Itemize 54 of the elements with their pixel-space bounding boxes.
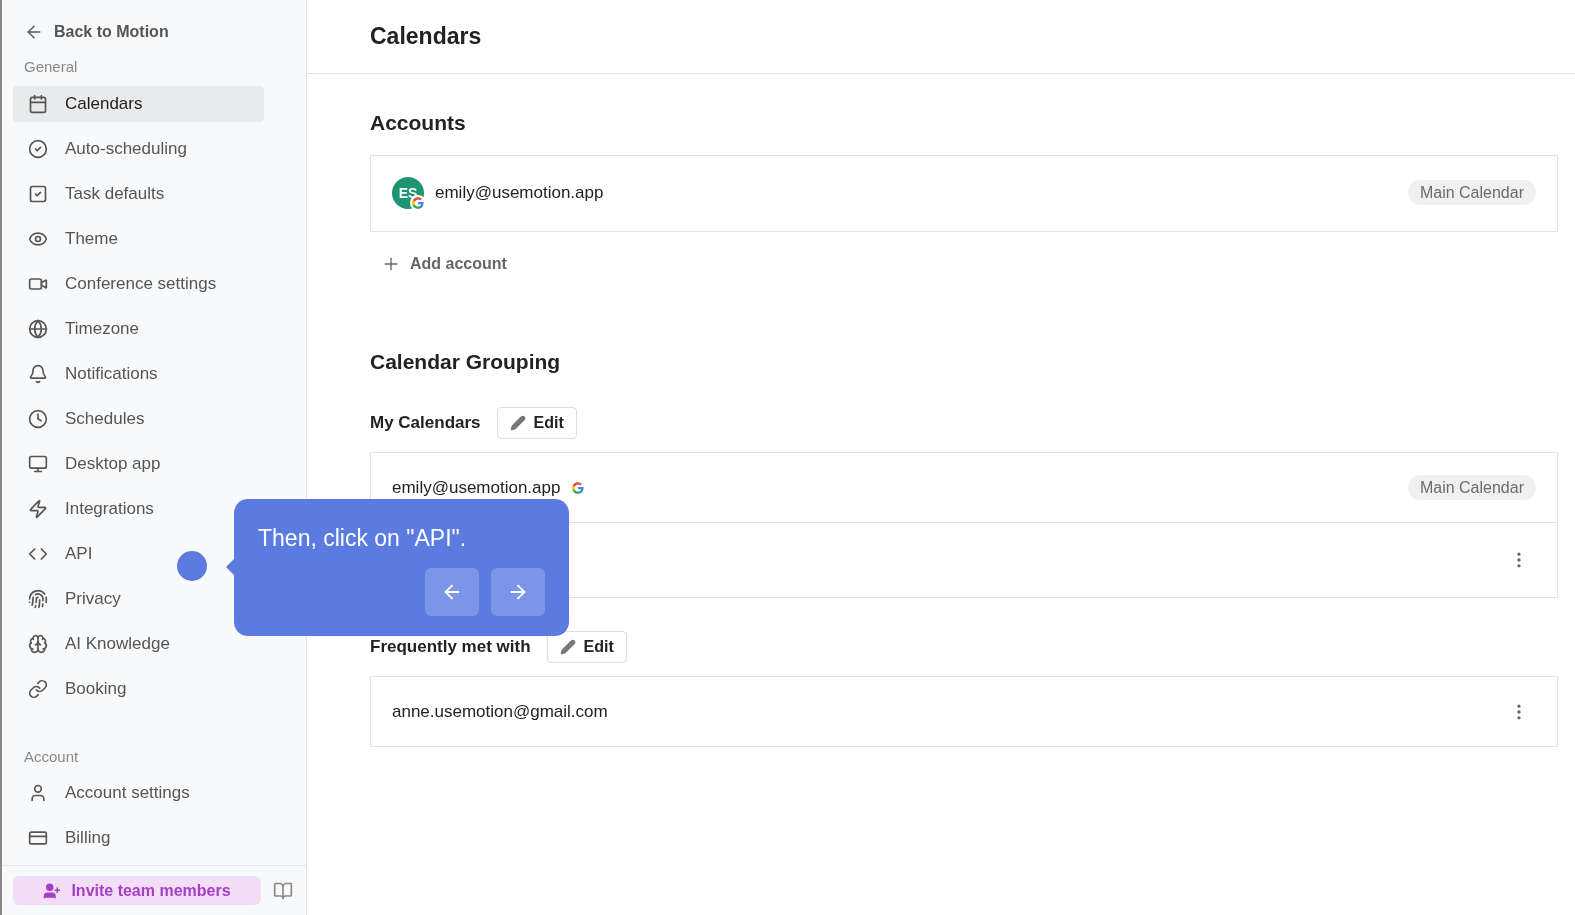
google-icon xyxy=(571,480,586,495)
sidebar-item[interactable]: Conference settings xyxy=(13,265,264,302)
section-heading: Calendar Grouping xyxy=(370,348,562,375)
invite-button[interactable]: Invite team members xyxy=(13,876,261,905)
clock-icon xyxy=(28,408,48,429)
sidebar-item[interactable]: Desktop app xyxy=(13,445,264,482)
lightning-icon xyxy=(28,498,48,519)
sidebar-item[interactable]: Schedules xyxy=(13,400,264,437)
main-calendar-tag: Main Calendar xyxy=(1407,474,1536,500)
person-icon xyxy=(28,783,48,803)
check-circle-icon xyxy=(28,138,48,159)
calendar-icon xyxy=(28,93,48,114)
sidebar-item[interactable]: Calendars xyxy=(13,85,264,122)
sidebar-item[interactable]: AI Knowledge xyxy=(13,625,264,662)
group-title: Frequently met with xyxy=(370,636,531,659)
checkbox-icon xyxy=(28,183,48,204)
add-person-icon xyxy=(43,881,62,900)
section-heading: Accounts xyxy=(370,110,467,136)
group-title: My Calendars xyxy=(370,412,481,435)
sidebar-item[interactable]: Timezone xyxy=(13,310,264,347)
main-calendar-tag: Main Calendar xyxy=(1407,180,1536,205)
monitor-icon xyxy=(28,453,48,474)
add-account-button[interactable]: Add account xyxy=(381,251,507,276)
account-email: emily@usemotion.app xyxy=(435,182,604,205)
sidebar-item[interactable]: Account settings xyxy=(13,775,264,811)
sidebar-item[interactable]: Task defaults xyxy=(13,175,264,212)
bell-icon xyxy=(28,363,48,384)
sidebar-item[interactable]: Booking xyxy=(13,670,264,707)
brain-icon xyxy=(28,633,48,654)
edit-button[interactable]: Edit xyxy=(496,407,577,439)
next-button[interactable] xyxy=(491,568,545,616)
sidebar-item[interactable]: Notifications xyxy=(13,355,264,392)
calendar-email: emily@usemotion.app xyxy=(392,476,561,499)
calendar-email: anne.usemotion@gmail.com xyxy=(392,700,608,723)
pencil-icon xyxy=(509,415,526,431)
page-title: Calendars xyxy=(370,22,482,52)
credit-card-icon xyxy=(28,828,48,848)
section-label: Account xyxy=(24,746,80,767)
sidebar-item[interactable]: Theme xyxy=(13,220,264,257)
sidebar-item[interactable]: Billing xyxy=(13,820,264,856)
globe-icon xyxy=(28,318,48,339)
previous-button[interactable] xyxy=(425,568,479,616)
pencil-icon xyxy=(559,639,576,655)
back-link[interactable]: Back to Motion xyxy=(24,20,306,44)
fingerprint-icon xyxy=(28,588,48,609)
section-label: General xyxy=(24,57,79,77)
tooltip-text: Then, click on "API". xyxy=(258,524,468,553)
sidebar-item[interactable]: Privacy xyxy=(13,580,264,617)
sidebar-item[interactable]: Integrations xyxy=(13,490,264,527)
book-icon[interactable] xyxy=(273,880,293,901)
link-icon xyxy=(28,678,48,699)
avatar: ES xyxy=(392,177,424,209)
google-icon xyxy=(411,196,425,210)
sidebar-item[interactable]: Auto-scheduling xyxy=(13,130,264,167)
